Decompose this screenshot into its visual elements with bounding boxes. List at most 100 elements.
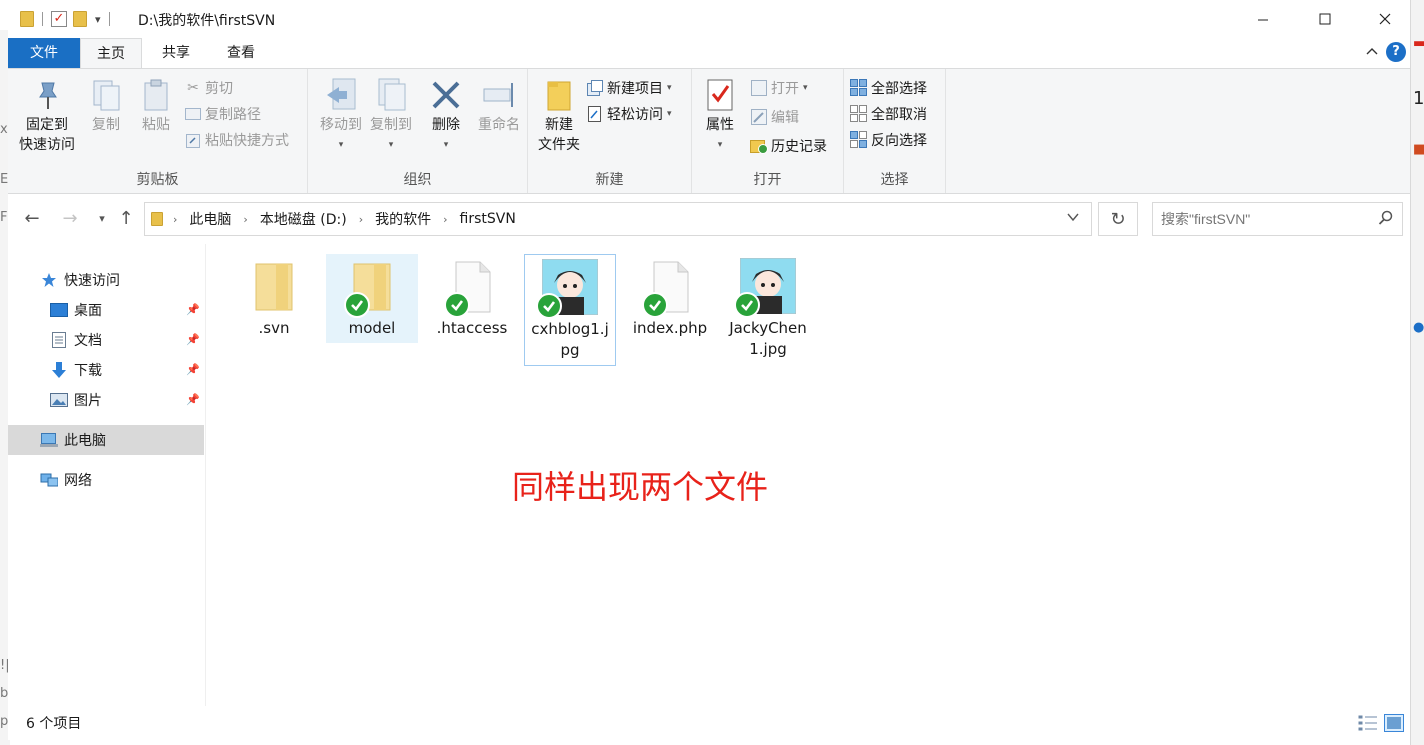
image-thumbnail-icon <box>734 257 797 318</box>
clipboard-group-label: 剪贴板 <box>136 172 179 188</box>
copy-icon <box>89 77 123 113</box>
search-input[interactable] <box>1161 211 1371 227</box>
nav-quick-access[interactable]: 快速访问 <box>8 265 204 295</box>
file-item-htaccess[interactable]: .htaccess <box>426 254 518 343</box>
open-group: 属性 ▾ 打开 ▾ 编辑 历史记录 打开 <box>692 69 844 193</box>
nav-downloads[interactable]: 下载 📌 <box>8 355 204 385</box>
breadcrumb-chevron-icon[interactable]: › <box>243 213 247 226</box>
pin-icon[interactable]: 📌 <box>186 393 200 406</box>
address-bar[interactable]: › 此电脑 › 本地磁盘 (D:) › 我的软件 › firstSVN <box>144 202 1092 236</box>
open-button[interactable]: 打开 ▾ <box>750 77 808 99</box>
rename-button[interactable]: 重命名 <box>472 77 526 135</box>
forward-arrow-icon[interactable]: → <box>58 206 82 232</box>
new-item-button[interactable]: 新建项目 ▾ <box>586 77 672 99</box>
close-button[interactable] <box>1356 0 1414 38</box>
svn-normal-check-icon <box>734 292 760 318</box>
copy-to-button[interactable]: 复制到 ▾ <box>364 77 418 155</box>
history-icon <box>750 137 768 155</box>
svn-normal-check-icon <box>642 292 668 318</box>
tab-file[interactable]: 文件 <box>8 38 80 68</box>
breadcrumb-local-disk[interactable]: 本地磁盘 (D:) <box>260 209 347 229</box>
tab-view[interactable]: 查看 <box>208 38 274 68</box>
file-item-cxhblog1-jpg[interactable]: cxhblog1.jpg <box>524 254 616 366</box>
clipboard-group: 固定到 快速访问 复制 粘贴 ✂ 剪切 复制路径 粘贴快捷方式 剪贴板 <box>8 69 308 193</box>
search-icon[interactable] <box>1378 210 1394 230</box>
customize-toolbar-chevron-icon[interactable]: ▾ <box>95 13 101 26</box>
recent-locations-chevron-icon[interactable]: ▾ <box>90 206 114 232</box>
select-all-button[interactable]: 全部选择 <box>850 77 927 99</box>
properties-button[interactable]: 属性 ▾ <box>698 77 742 155</box>
nav-desktop[interactable]: 桌面 📌 <box>8 295 204 325</box>
delete-x-icon <box>429 77 463 113</box>
select-none-button[interactable]: 全部取消 <box>850 103 927 125</box>
details-view-icon[interactable] <box>1358 714 1378 732</box>
back-arrow-icon[interactable]: ← <box>20 206 44 232</box>
new-folder-icon[interactable] <box>73 11 87 27</box>
search-box[interactable] <box>1152 202 1403 236</box>
address-history-chevron-icon[interactable] <box>1067 211 1079 227</box>
delete-button[interactable]: 删除 ▾ <box>424 77 468 155</box>
properties-check-icon[interactable]: ✓ <box>51 11 67 27</box>
file-list: .svn model .htaccess cxhblog1.jpg index.… <box>206 244 1410 706</box>
desktop-icon <box>50 302 68 318</box>
tab-home[interactable]: 主页 <box>80 38 142 68</box>
title-bar: ✓ ▾ D:\我的软件\firstSVN <box>8 0 1410 38</box>
pin-icon[interactable]: 📌 <box>186 333 200 346</box>
invert-selection-icon <box>850 131 868 149</box>
maximize-button[interactable] <box>1296 0 1354 38</box>
large-icons-view-icon[interactable] <box>1384 714 1404 732</box>
scissors-icon: ✂ <box>187 80 199 96</box>
tab-share[interactable]: 共享 <box>144 38 208 68</box>
new-group-label: 新建 <box>595 172 624 188</box>
nav-pictures[interactable]: 图片 📌 <box>8 385 204 415</box>
pin-to-quick-access-button[interactable]: 固定到 快速访问 <box>16 77 78 155</box>
quick-access-toolbar: ✓ ▾ <box>20 9 118 29</box>
refresh-icon[interactable]: ↻ <box>1098 202 1138 236</box>
paste-shortcut-button[interactable]: 粘贴快捷方式 <box>184 129 289 151</box>
breadcrumb-chevron-icon[interactable]: › <box>359 213 363 226</box>
copy-path-button[interactable]: 复制路径 <box>184 103 261 125</box>
cut-button[interactable]: ✂ 剪切 <box>184 77 233 99</box>
ribbon: 固定到 快速访问 复制 粘贴 ✂ 剪切 复制路径 粘贴快捷方式 剪贴板 移动到 … <box>8 68 1410 194</box>
pin-icon <box>30 77 64 113</box>
file-item-svn-folder[interactable]: .svn <box>228 254 320 343</box>
pin-icon[interactable]: 📌 <box>186 303 200 316</box>
history-button[interactable]: 历史记录 <box>750 135 827 157</box>
network-icon <box>40 472 58 488</box>
file-item-jackychen1-jpg[interactable]: JackyChen1.jpg <box>722 254 814 364</box>
copy-button[interactable]: 复制 <box>84 77 128 135</box>
help-icon[interactable]: ? <box>1386 42 1406 62</box>
edit-button[interactable]: 编辑 <box>750 106 799 128</box>
breadcrumb-chevron-icon[interactable]: › <box>443 213 447 226</box>
move-to-button[interactable]: 移动到 ▾ <box>314 77 368 155</box>
paste-button[interactable]: 粘贴 <box>134 77 178 135</box>
up-arrow-icon[interactable]: ↑ <box>114 206 138 232</box>
new-folder-icon <box>542 77 576 113</box>
open-group-label: 打开 <box>753 172 782 188</box>
nav-network[interactable]: 网络 <box>8 465 204 495</box>
collapse-ribbon-chevron-icon[interactable] <box>1366 44 1378 60</box>
breadcrumb-chevron-icon[interactable]: › <box>173 213 177 226</box>
open-icon <box>750 79 768 97</box>
svn-normal-check-icon <box>344 292 370 318</box>
folder-icon <box>252 258 296 314</box>
nav-documents[interactable]: 文档 📌 <box>8 325 204 355</box>
navigation-pane: 快速访问 桌面 📌 文档 📌 下载 📌 图片 📌 此电脑 网络 <box>8 244 206 706</box>
copy-to-icon <box>374 77 408 113</box>
organize-group-label: 组织 <box>403 172 432 188</box>
minimize-button[interactable] <box>1234 0 1292 38</box>
select-group-label: 选择 <box>880 172 909 188</box>
breadcrumb-this-pc[interactable]: 此电脑 <box>189 209 231 229</box>
file-item-index-php[interactable]: index.php <box>624 254 716 343</box>
nav-this-pc[interactable]: 此电脑 <box>8 425 204 455</box>
select-all-icon <box>850 79 868 97</box>
file-item-model-folder[interactable]: model <box>326 254 418 343</box>
easy-access-button[interactable]: 轻松访问 ▾ <box>586 103 672 125</box>
breadcrumb-firstsvn[interactable]: firstSVN <box>460 211 516 227</box>
breadcrumb-my-software[interactable]: 我的软件 <box>375 209 431 229</box>
new-folder-button[interactable]: 新建 文件夹 <box>534 77 584 155</box>
invert-selection-button[interactable]: 反向选择 <box>850 129 927 151</box>
paste-shortcut-icon <box>184 131 202 149</box>
new-group: 新建 文件夹 新建项目 ▾ 轻松访问 ▾ 新建 <box>528 69 692 193</box>
pin-icon[interactable]: 📌 <box>186 363 200 376</box>
